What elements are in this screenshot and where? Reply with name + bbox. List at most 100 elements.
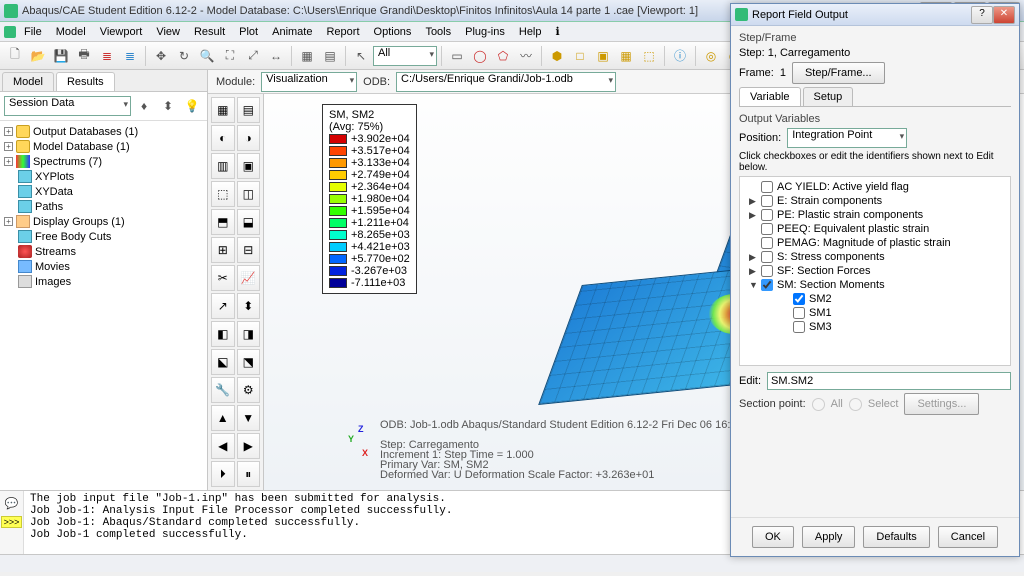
- toolbox-button[interactable]: ⬍: [237, 293, 261, 319]
- variable-item[interactable]: SM1: [743, 306, 1007, 320]
- toolbox-button[interactable]: ⬒: [211, 209, 235, 235]
- toolbox-button[interactable]: ⬓: [237, 209, 261, 235]
- zoom-box-icon[interactable]: ⛶: [219, 45, 241, 67]
- toolbox-button[interactable]: 🔧: [211, 377, 235, 403]
- tree-item[interactable]: Streams: [2, 244, 205, 259]
- menu-plot[interactable]: Plot: [233, 24, 264, 40]
- variable-item[interactable]: PEEQ: Equivalent plastic strain: [743, 222, 1007, 236]
- tab-setup[interactable]: Setup: [803, 87, 854, 106]
- variable-item[interactable]: ▶ S: Stress components: [743, 250, 1007, 264]
- toolbox-button[interactable]: ◧: [211, 321, 235, 347]
- menu-viewport[interactable]: Viewport: [94, 24, 149, 40]
- fit-icon[interactable]: ⤢: [242, 45, 264, 67]
- toolbox-button[interactable]: ◐: [211, 125, 235, 151]
- session-combo[interactable]: Session Data: [4, 96, 131, 116]
- save-icon[interactable]: 💾: [50, 45, 72, 67]
- rotate-icon[interactable]: ↻: [173, 45, 195, 67]
- dialog-close-button[interactable]: ✕: [993, 6, 1015, 24]
- toolbox-button[interactable]: ⏵: [211, 461, 235, 487]
- tree-item[interactable]: +Output Databases (1): [2, 124, 205, 139]
- toolbox-button[interactable]: ↗: [211, 293, 235, 319]
- menu-file[interactable]: File: [18, 24, 48, 40]
- toolbox-button[interactable]: ◫: [237, 181, 261, 207]
- toolbox-button[interactable]: 📈: [237, 265, 261, 291]
- variable-item[interactable]: AC YIELD: Active yield flag: [743, 180, 1007, 194]
- toolbox-button[interactable]: ◑: [237, 125, 261, 151]
- toolbox-button[interactable]: ⬚: [211, 181, 235, 207]
- open-icon[interactable]: 📂: [27, 45, 49, 67]
- odb-combo[interactable]: C:/Users/Enrique Grandi/Job-1.odb: [396, 72, 616, 92]
- menu-tools[interactable]: Tools: [419, 24, 457, 40]
- toolbox-button[interactable]: ◨: [237, 321, 261, 347]
- tab-model[interactable]: Model: [2, 72, 54, 91]
- variable-item[interactable]: ▶ SF: Section Forces: [743, 264, 1007, 278]
- cube1-icon[interactable]: □: [569, 45, 591, 67]
- cli-icon[interactable]: >>>: [1, 516, 23, 528]
- toolbox-button[interactable]: ▲: [211, 405, 235, 431]
- rect-select-icon[interactable]: ▭: [446, 45, 468, 67]
- menu-report[interactable]: Report: [320, 24, 365, 40]
- cube3-icon[interactable]: ▦: [615, 45, 637, 67]
- variable-item[interactable]: SM3: [743, 320, 1007, 334]
- message-icon[interactable]: 💬: [5, 497, 19, 510]
- tree-item[interactable]: Paths: [2, 199, 205, 214]
- variable-item[interactable]: ▼ SM: Section Moments: [743, 278, 1007, 292]
- ortho-icon[interactable]: ▤: [319, 45, 341, 67]
- menu-options[interactable]: Options: [368, 24, 418, 40]
- toolbox-button[interactable]: ⊞: [211, 237, 235, 263]
- toolbox-button[interactable]: ⊟: [237, 237, 261, 263]
- cycle-icon[interactable]: ↔: [265, 45, 287, 67]
- books-icon[interactable]: ≣: [96, 45, 118, 67]
- toolbox-button[interactable]: ▥: [211, 153, 235, 179]
- menu-help-icon[interactable]: ℹ: [550, 23, 566, 40]
- menu-view[interactable]: View: [150, 24, 186, 40]
- defaults-button[interactable]: Defaults: [863, 526, 929, 548]
- stepframe-button[interactable]: Step/Frame...: [792, 62, 885, 84]
- toolbox-button[interactable]: ▼: [237, 405, 261, 431]
- toolbox-button[interactable]: ⬕: [211, 349, 235, 375]
- toolbox-button[interactable]: ▣: [237, 153, 261, 179]
- menu-help[interactable]: Help: [513, 24, 548, 40]
- toolbox-button[interactable]: ◀: [211, 433, 235, 459]
- dialog-help-icon[interactable]: ?: [971, 6, 993, 24]
- results-tree[interactable]: +Output Databases (1)+Model Database (1)…: [0, 121, 207, 490]
- tree-item[interactable]: Free Body Cuts: [2, 229, 205, 244]
- variable-item[interactable]: ▶ PE: Plastic strain components: [743, 208, 1007, 222]
- lasso-icon[interactable]: 〰: [515, 45, 537, 67]
- books2-icon[interactable]: ≣: [119, 45, 141, 67]
- toolbox-button[interactable]: ⚙: [237, 377, 261, 403]
- edit-field[interactable]: [767, 372, 1011, 390]
- variables-tree[interactable]: AC YIELD: Active yield flag▶ E: Strain c…: [739, 176, 1011, 366]
- cube4-icon[interactable]: ⬚: [638, 45, 660, 67]
- arrow-icon[interactable]: ↖: [350, 45, 372, 67]
- perspective-icon[interactable]: ▦: [296, 45, 318, 67]
- menu-result[interactable]: Result: [188, 24, 231, 40]
- cancel-button[interactable]: Cancel: [938, 526, 998, 548]
- variable-item[interactable]: PEMAG: Magnitude of plastic strain: [743, 236, 1007, 250]
- tab-variable[interactable]: Variable: [739, 87, 801, 106]
- print-icon[interactable]: 🖶: [73, 45, 95, 67]
- tree-item[interactable]: +Model Database (1): [2, 139, 205, 154]
- variable-item[interactable]: ▶ E: Strain components: [743, 194, 1007, 208]
- toolbox-button[interactable]: ▦: [211, 97, 235, 123]
- info-icon[interactable]: ⓘ: [669, 45, 691, 67]
- poly-select-icon[interactable]: ⬠: [492, 45, 514, 67]
- toolbox-button[interactable]: ✂: [211, 265, 235, 291]
- tree-item[interactable]: XYData: [2, 184, 205, 199]
- session-up-icon[interactable]: ♦: [133, 95, 155, 117]
- tree-item[interactable]: Movies: [2, 259, 205, 274]
- tree-item[interactable]: XYPlots: [2, 169, 205, 184]
- toolbox-button[interactable]: ⬔: [237, 349, 261, 375]
- cube-shaded-icon[interactable]: ⬢: [546, 45, 568, 67]
- module-combo[interactable]: Visualization: [261, 72, 357, 92]
- circles1-icon[interactable]: ◎: [700, 45, 722, 67]
- menu-model[interactable]: Model: [50, 24, 92, 40]
- session-filter2-icon[interactable]: 💡: [181, 95, 203, 117]
- zoom-icon[interactable]: 🔍: [196, 45, 218, 67]
- apply-button[interactable]: Apply: [802, 526, 856, 548]
- tree-item[interactable]: +Spectrums (7): [2, 154, 205, 169]
- position-combo[interactable]: Integration Point: [787, 128, 907, 148]
- session-filter1-icon[interactable]: ⬍: [157, 95, 179, 117]
- selection-combo[interactable]: All: [373, 46, 437, 66]
- tree-item[interactable]: +Display Groups (1): [2, 214, 205, 229]
